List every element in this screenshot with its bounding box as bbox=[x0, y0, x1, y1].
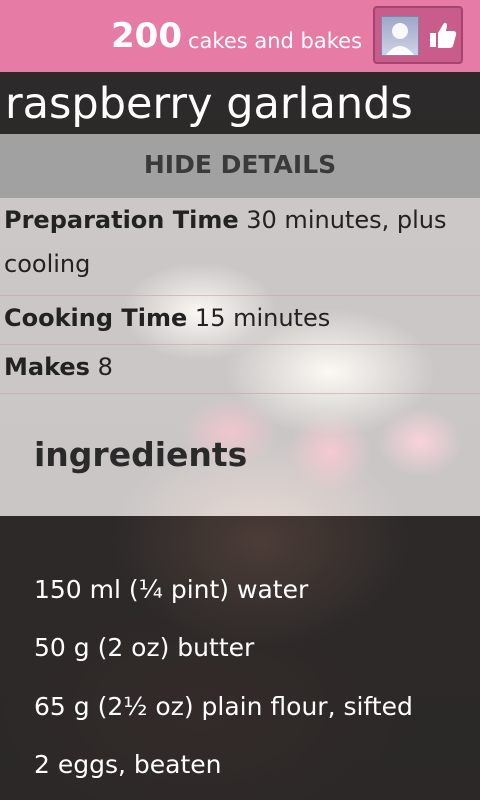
recipe-details-panel: Preparation Time 30 minutes, plus coolin… bbox=[0, 198, 480, 516]
hide-details-button[interactable]: HIDE DETAILS bbox=[0, 134, 480, 198]
brand-count: 200 bbox=[111, 16, 182, 56]
makes-value: 8 bbox=[97, 353, 113, 381]
makes-row: Makes 8 bbox=[0, 345, 480, 394]
social-like-button[interactable] bbox=[373, 6, 463, 64]
ingredients-heading: ingredients bbox=[34, 435, 248, 474]
ingredient-item: 65 g (2½ oz) plain flour, sifted bbox=[34, 692, 413, 721]
user-avatar-icon bbox=[381, 16, 419, 56]
preparation-time-label: Preparation Time bbox=[4, 206, 239, 234]
cooking-time-row: Cooking Time 15 minutes bbox=[0, 296, 480, 345]
brand-text: cakes and bakes bbox=[188, 29, 363, 53]
thumbs-up-icon bbox=[427, 19, 459, 51]
ingredient-item: 2 eggs, beaten bbox=[34, 750, 222, 779]
ingredient-item: 50 g (2 oz) butter bbox=[34, 633, 255, 662]
preparation-time-row: Preparation Time 30 minutes, plus coolin… bbox=[0, 198, 480, 296]
cooking-time-value: 15 minutes bbox=[194, 304, 331, 332]
makes-label: Makes bbox=[4, 353, 90, 381]
ingredient-item: 150 ml (¼ pint) water bbox=[34, 575, 309, 604]
cooking-time-label: Cooking Time bbox=[4, 304, 188, 332]
recipe-title: raspberry garlands bbox=[5, 79, 413, 129]
ingredients-list: 150 ml (¼ pint) water 50 g (2 oz) butter… bbox=[0, 516, 480, 800]
recipe-title-bar: raspberry garlands bbox=[0, 72, 480, 134]
app-header: 200 cakes and bakes bbox=[0, 0, 480, 72]
